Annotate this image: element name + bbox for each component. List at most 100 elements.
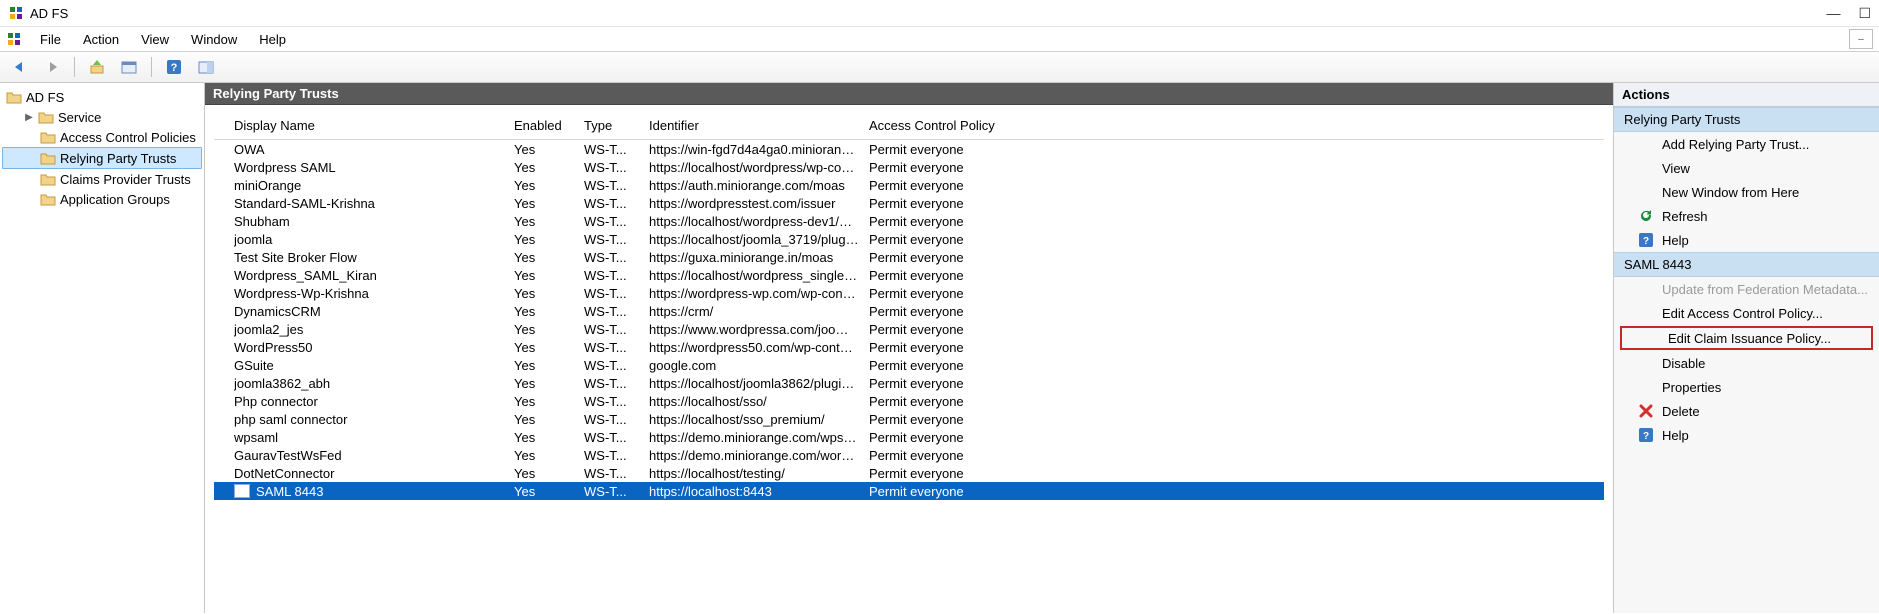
action-item[interactable]: Edit Access Control Policy... [1614, 301, 1879, 325]
cell-enabled: Yes [514, 322, 584, 337]
cell-display-name: php saml connector [234, 412, 514, 427]
folder-icon [40, 151, 56, 165]
properties-button[interactable] [115, 54, 143, 80]
cell-enabled: Yes [514, 376, 584, 391]
cell-identifier: https://localhost/joomla_3719/plugin... [649, 232, 869, 247]
menu-window[interactable]: Window [181, 30, 247, 49]
nav-back-button[interactable] [6, 54, 34, 80]
table-row[interactable]: DynamicsCRMYesWS-T...https://crm/Permit … [214, 302, 1604, 320]
cell-identifier: https://localhost/joomla3862/plugins... [649, 376, 869, 391]
cell-access-policy: Permit everyone [869, 268, 1604, 283]
show-hide-pane-button[interactable] [192, 54, 220, 80]
table-row[interactable]: Wordpress SAMLYesWS-T...https://localhos… [214, 158, 1604, 176]
up-button[interactable] [83, 54, 111, 80]
cell-display-name: Wordpress SAML [234, 160, 514, 175]
menu-help[interactable]: Help [249, 30, 296, 49]
table-row[interactable]: php saml connectorYesWS-T...https://loca… [214, 410, 1604, 428]
grid-header[interactable]: Display Name Enabled Type Identifier Acc… [214, 114, 1604, 140]
action-item[interactable]: Edit Claim Issuance Policy... [1620, 326, 1873, 350]
table-row[interactable]: miniOrangeYesWS-T...https://auth.miniora… [214, 176, 1604, 194]
col-identifier[interactable]: Identifier [649, 118, 869, 133]
tree-root[interactable]: AD FS [2, 87, 202, 107]
svg-text:?: ? [171, 62, 178, 74]
action-item[interactable]: ?Help [1614, 228, 1879, 252]
table-row[interactable]: ShubhamYesWS-T...https://localhost/wordp… [214, 212, 1604, 230]
center-header: Relying Party Trusts [205, 83, 1613, 105]
cell-enabled: Yes [514, 304, 584, 319]
svg-text:?: ? [1643, 236, 1649, 247]
cell-identifier: https://crm/ [649, 304, 869, 319]
cell-enabled: Yes [514, 232, 584, 247]
action-item[interactable]: Delete [1614, 399, 1879, 423]
minimize-button[interactable]: — [1826, 5, 1840, 22]
col-access-policy[interactable]: Access Control Policy [869, 118, 1604, 133]
table-row[interactable]: DotNetConnectorYesWS-T...https://localho… [214, 464, 1604, 482]
menu-view[interactable]: View [131, 30, 179, 49]
table-row[interactable]: Standard-SAML-KrishnaYesWS-T...https://w… [214, 194, 1604, 212]
action-item[interactable]: Properties [1614, 375, 1879, 399]
cell-display-name: Shubham [234, 214, 514, 229]
table-row[interactable]: Test Site Broker FlowYesWS-T...https://g… [214, 248, 1604, 266]
table-row[interactable]: GauravTestWsFedYesWS-T...https://demo.mi… [214, 446, 1604, 464]
table-row[interactable]: OWAYesWS-T...https://win-fgd7d4a4ga0.min… [214, 140, 1604, 158]
menu-file[interactable]: File [30, 30, 71, 49]
tree-node[interactable]: Access Control Policies [2, 127, 202, 147]
cell-type: WS-T... [584, 430, 649, 445]
col-type[interactable]: Type [584, 118, 649, 133]
cell-type: WS-T... [584, 286, 649, 301]
table-row[interactable]: wpsamlYesWS-T...https://demo.miniorange.… [214, 428, 1604, 446]
svg-text:?: ? [1643, 431, 1649, 442]
tree-node[interactable]: ▶Service [2, 107, 202, 127]
action-item[interactable]: Add Relying Party Trust... [1614, 132, 1879, 156]
folder-icon [40, 130, 56, 144]
table-row[interactable]: GSuiteYesWS-T...google.comPermit everyon… [214, 356, 1604, 374]
tree-node[interactable]: Claims Provider Trusts [2, 169, 202, 189]
table-row[interactable]: Wordpress_SAML_KiranYesWS-T...https://lo… [214, 266, 1604, 284]
blank-icon [1638, 160, 1654, 176]
table-row[interactable]: Wordpress-Wp-KrishnaYesWS-T...https://wo… [214, 284, 1604, 302]
cell-enabled: Yes [514, 466, 584, 481]
cell-display-name: Wordpress-Wp-Krishna [234, 286, 514, 301]
cell-type: WS-T... [584, 394, 649, 409]
table-row[interactable]: SAML 8443YesWS-T...https://localhost:844… [214, 482, 1604, 500]
cell-access-policy: Permit everyone [869, 196, 1604, 211]
action-item[interactable]: New Window from Here [1614, 180, 1879, 204]
cell-access-policy: Permit everyone [869, 358, 1604, 373]
tree-caret-icon[interactable]: ▶ [24, 112, 34, 123]
cell-enabled: Yes [514, 358, 584, 373]
cell-type: WS-T... [584, 448, 649, 463]
table-row[interactable]: WordPress50YesWS-T...https://wordpress50… [214, 338, 1604, 356]
menu-action[interactable]: Action [73, 30, 129, 49]
action-item[interactable]: ?Help [1614, 423, 1879, 447]
cell-identifier: https://localhost/testing/ [649, 466, 869, 481]
menu-overflow[interactable]: – [1849, 29, 1873, 49]
col-display-name[interactable]: Display Name [234, 118, 514, 133]
cell-access-policy: Permit everyone [869, 232, 1604, 247]
cell-display-name: GSuite [234, 358, 514, 373]
cell-type: WS-T... [584, 412, 649, 427]
folder-icon [40, 192, 56, 206]
table-row[interactable]: joomla3862_abhYesWS-T...https://localhos… [214, 374, 1604, 392]
col-enabled[interactable]: Enabled [514, 118, 584, 133]
cell-identifier: https://wordpress-wp.com/wp-conten... [649, 286, 869, 301]
action-item[interactable]: View [1614, 156, 1879, 180]
tree-node[interactable]: Application Groups [2, 189, 202, 209]
nav-forward-button[interactable] [38, 54, 66, 80]
maximize-button[interactable]: ☐ [1858, 5, 1871, 22]
action-item-label: Delete [1662, 404, 1700, 419]
cell-display-name: wpsaml [234, 430, 514, 445]
table-row[interactable]: Php connectorYesWS-T...https://localhost… [214, 392, 1604, 410]
action-item[interactable]: Refresh [1614, 204, 1879, 228]
cell-enabled: Yes [514, 160, 584, 175]
action-item[interactable]: Disable [1614, 351, 1879, 375]
table-row[interactable]: joomlaYesWS-T...https://localhost/joomla… [214, 230, 1604, 248]
cell-enabled: Yes [514, 250, 584, 265]
action-item-label: Add Relying Party Trust... [1662, 137, 1809, 152]
table-row[interactable]: joomla2_jesYesWS-T...https://www.wordpre… [214, 320, 1604, 338]
help-button[interactable]: ? [160, 54, 188, 80]
tree-node[interactable]: Relying Party Trusts [2, 147, 202, 169]
cell-enabled: Yes [514, 214, 584, 229]
app-icon [8, 5, 24, 21]
cell-display-name: WordPress50 [234, 340, 514, 355]
cell-type: WS-T... [584, 376, 649, 391]
